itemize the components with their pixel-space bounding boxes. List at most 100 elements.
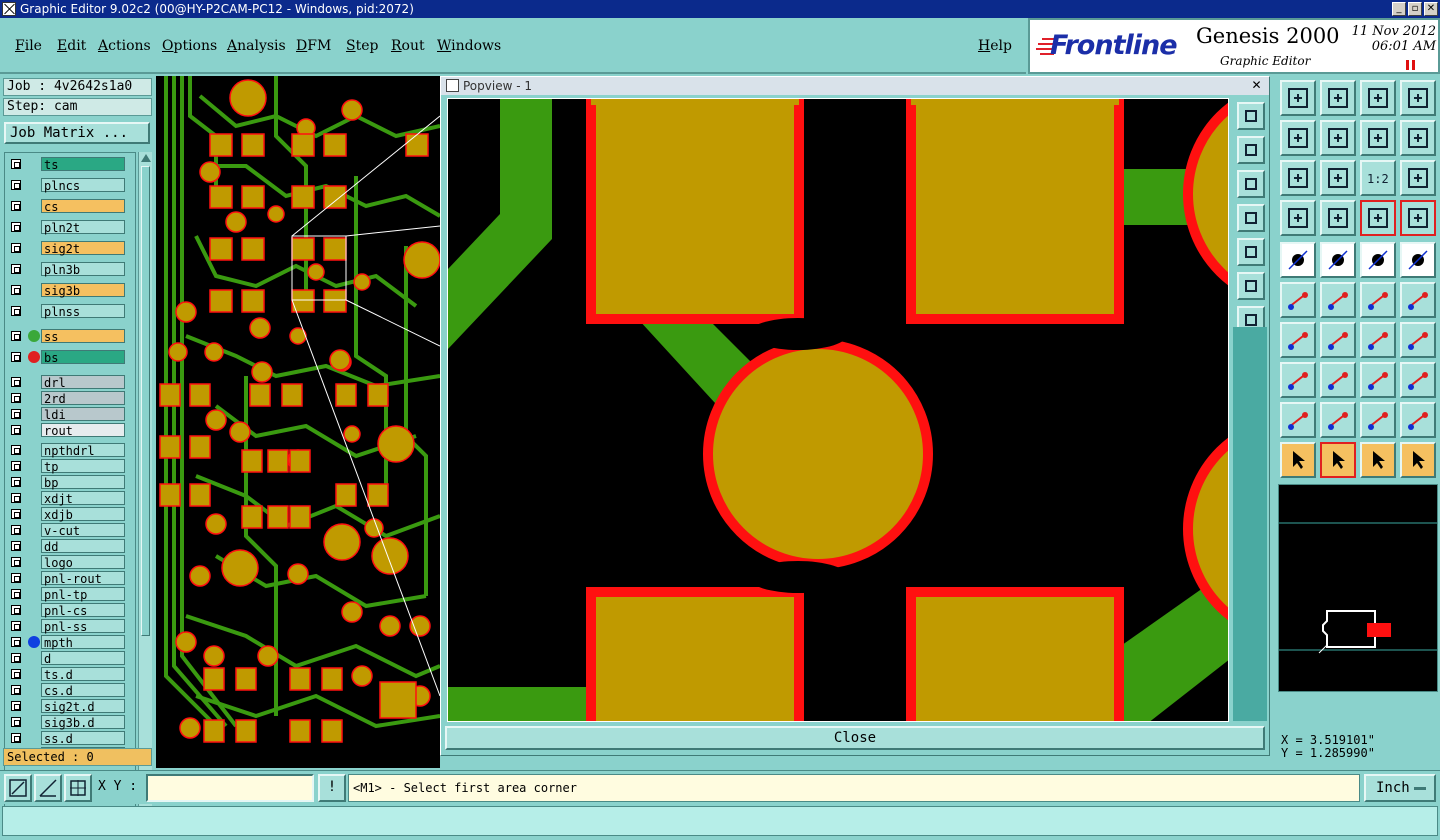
menu-actions[interactable]: Actions xyxy=(98,38,151,54)
layer-name[interactable]: cs.d xyxy=(41,683,125,698)
popview-pan-up-icon[interactable] xyxy=(1237,136,1265,164)
layer-checkbox[interactable] xyxy=(11,306,21,316)
warning-button[interactable]: ! xyxy=(318,774,346,802)
layer-checkbox[interactable] xyxy=(11,222,21,232)
pcb-board-view[interactable] xyxy=(156,76,440,768)
query-icon[interactable] xyxy=(1400,160,1436,196)
layer-row[interactable]: rout xyxy=(7,423,125,438)
layer-name[interactable]: rout xyxy=(41,423,125,438)
layer-row[interactable]: pln3b xyxy=(7,262,125,277)
menu-windows[interactable]: Windows xyxy=(437,38,501,54)
minimap-view[interactable] xyxy=(1279,485,1437,691)
layer-checkbox[interactable] xyxy=(11,733,21,743)
popview-pan-down-icon[interactable] xyxy=(1237,170,1265,198)
redraw-icon[interactable] xyxy=(1400,120,1436,156)
undo-view-icon[interactable] xyxy=(1360,120,1396,156)
layer-row[interactable]: pnl-ss xyxy=(7,619,125,634)
layer-row[interactable]: plnss xyxy=(7,304,125,319)
pan-left-icon[interactable] xyxy=(1280,120,1316,156)
layer-name[interactable]: v-cut xyxy=(41,523,125,538)
layer-checkbox[interactable] xyxy=(11,352,21,362)
grid-snap-icon[interactable] xyxy=(64,774,92,802)
group-icon[interactable] xyxy=(1400,362,1436,398)
layer-row[interactable]: bp xyxy=(7,475,125,490)
popview-close-icon[interactable]: ✕ xyxy=(1250,79,1263,92)
layer-name[interactable]: ts xyxy=(41,157,125,172)
layer-row[interactable]: pnl-rout xyxy=(7,571,125,586)
layer-name[interactable]: sig2t xyxy=(41,241,125,256)
layer-name[interactable]: cs xyxy=(41,199,125,214)
job-matrix-button[interactable]: Job Matrix ... xyxy=(4,122,150,144)
pan-down-icon[interactable] xyxy=(1320,80,1356,116)
menu-step[interactable]: Step xyxy=(346,38,378,54)
layer-checkbox[interactable] xyxy=(11,331,21,341)
xy-input[interactable] xyxy=(146,774,314,802)
popview-zoom-fit-icon[interactable] xyxy=(1237,272,1265,300)
layer-name[interactable]: d xyxy=(41,651,125,666)
layer-row[interactable]: sig3b xyxy=(7,283,125,298)
pointer-icon[interactable] xyxy=(1280,442,1316,478)
layer-checkbox[interactable] xyxy=(11,201,21,211)
layer-name[interactable]: ldi xyxy=(41,407,125,422)
layer-row[interactable]: ss xyxy=(7,329,125,344)
layer-name[interactable]: pnl-ss xyxy=(41,619,125,634)
measure-icon[interactable] xyxy=(34,774,62,802)
home-icon[interactable] xyxy=(1360,80,1396,116)
layer-checkbox[interactable] xyxy=(11,685,21,695)
menu-file[interactable]: File xyxy=(15,38,42,54)
layer-checkbox[interactable] xyxy=(11,621,21,631)
settings-icon[interactable] xyxy=(1280,200,1316,236)
popview-pan-right-icon[interactable] xyxy=(1237,238,1265,266)
line-angle-icon[interactable] xyxy=(1320,322,1356,358)
triangle-icon[interactable] xyxy=(1280,402,1316,438)
layer-name[interactable]: xdjt xyxy=(41,491,125,506)
menu-help[interactable]: Help xyxy=(978,38,1012,54)
layer-row[interactable]: ts xyxy=(7,157,125,172)
layer-checkbox[interactable] xyxy=(11,264,21,274)
window-icon[interactable] xyxy=(1400,80,1436,116)
layer-checkbox[interactable] xyxy=(11,477,21,487)
layer-name[interactable]: bs xyxy=(41,350,125,365)
popview-close-button[interactable]: Close xyxy=(445,726,1265,750)
layer-checkbox[interactable] xyxy=(11,159,21,169)
cross-icon[interactable] xyxy=(1320,282,1356,318)
layer-name[interactable]: ss.d xyxy=(41,731,125,746)
snap-icon[interactable] xyxy=(4,774,32,802)
close-button[interactable]: ✕ xyxy=(1424,2,1438,16)
layer-checkbox[interactable] xyxy=(11,445,21,455)
ruler-icon[interactable] xyxy=(1360,242,1396,278)
layer-name[interactable]: sig3b xyxy=(41,283,125,298)
layer-row[interactable]: npthdrl xyxy=(7,443,125,458)
layer-row[interactable]: plncs xyxy=(7,178,125,193)
net-icon[interactable] xyxy=(1280,282,1316,318)
scroll-thumb[interactable] xyxy=(141,166,150,636)
layer-checkbox[interactable] xyxy=(11,525,21,535)
layer-checkbox[interactable] xyxy=(11,589,21,599)
zoom-fit-icon[interactable] xyxy=(1280,160,1316,196)
layer-row[interactable]: drl xyxy=(7,375,125,390)
feature-icon[interactable] xyxy=(1400,322,1436,358)
layer-row[interactable]: xdjb xyxy=(7,507,125,522)
layer-scrollbar[interactable] xyxy=(138,152,152,818)
layer-name[interactable]: sig3b.d xyxy=(41,715,125,730)
layer-row[interactable]: sig2t.d xyxy=(7,699,125,714)
layer-traffic-active-icon[interactable] xyxy=(1400,200,1436,236)
layer-row[interactable]: v-cut xyxy=(7,523,125,538)
layer-row[interactable]: 2rd xyxy=(7,391,125,406)
layer-name[interactable]: pln2t xyxy=(41,220,125,235)
layer-name[interactable]: bp xyxy=(41,475,125,490)
layer-checkbox[interactable] xyxy=(11,557,21,567)
minimize-button[interactable]: _ xyxy=(1392,2,1406,16)
layer-checkbox[interactable] xyxy=(11,509,21,519)
layer-name[interactable]: pln3b xyxy=(41,262,125,277)
layer-checkbox[interactable] xyxy=(11,393,21,403)
layer-row[interactable]: sig3b.d xyxy=(7,715,125,730)
menu-analysis[interactable]: Analysis xyxy=(227,38,286,54)
layer-checkbox[interactable] xyxy=(11,493,21,503)
layer-row[interactable]: ldi xyxy=(7,407,125,422)
line-icon[interactable] xyxy=(1280,322,1316,358)
layer-checkbox[interactable] xyxy=(11,180,21,190)
layer-name[interactable]: pnl-cs xyxy=(41,603,125,618)
select-pad-icon[interactable] xyxy=(1280,242,1316,278)
layer-name[interactable]: xdjb xyxy=(41,507,125,522)
